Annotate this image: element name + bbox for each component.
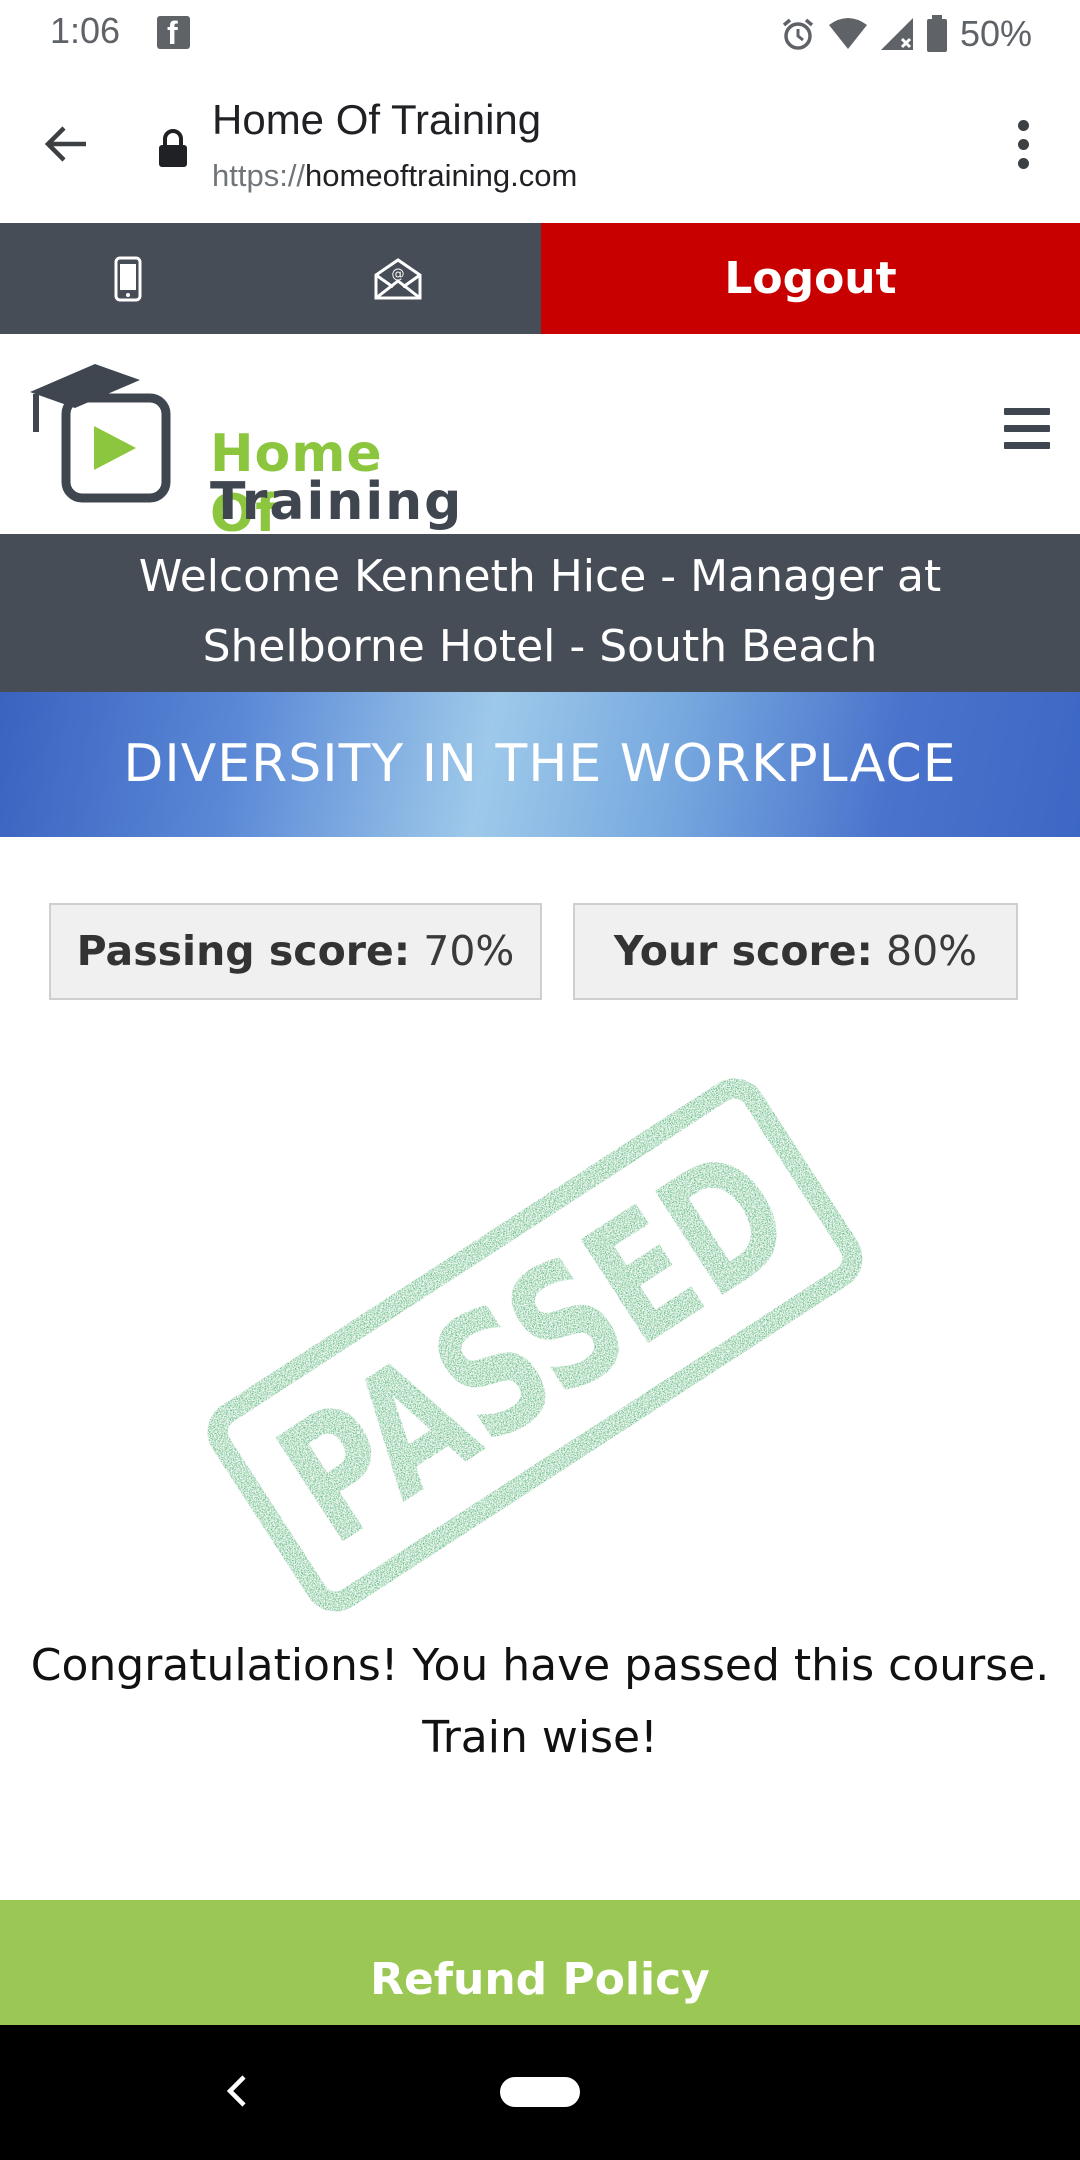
site-logo[interactable]: Home Of Training: [30, 360, 461, 544]
url-bar[interactable]: https://homeoftraining.com: [212, 158, 577, 194]
your-score-value: 80%: [885, 927, 978, 975]
passing-score-label: Passing score:: [76, 927, 411, 975]
battery-icon: [926, 15, 947, 52]
status-bar: 1:06 f 50%: [0, 0, 1080, 68]
passing-score-value: 70%: [423, 927, 515, 975]
passing-score-box: Passing score: 70%: [49, 903, 542, 1000]
back-arrow-icon[interactable]: [40, 118, 92, 170]
course-results-title: DIVERSITY IN THE WORKPLACE RESULTS: [0, 692, 1080, 939]
signal-icon: [880, 18, 913, 50]
welcome-banner: Welcome Kenneth Hice - Manager at Shelbo…: [0, 534, 1080, 692]
svg-text:@: @: [392, 267, 405, 282]
hamburger-menu-icon[interactable]: [1004, 408, 1050, 450]
your-score-box: Your score: 80%: [573, 903, 1018, 1000]
your-score-label: Your score:: [613, 927, 873, 975]
battery-percent: 50%: [959, 13, 1032, 54]
more-options-icon[interactable]: [1018, 120, 1030, 172]
phone-icon[interactable]: [114, 256, 142, 302]
system-nav-bar: [0, 2025, 1080, 2160]
facebook-icon: f: [157, 15, 190, 51]
site-header: Home Of Training: [0, 334, 1080, 544]
url-scheme: https://: [212, 158, 306, 193]
browser-bar: Home Of Training https://homeoftraining.…: [0, 68, 1080, 223]
top-action-bar: @ Logout: [0, 223, 1080, 334]
logo-mark-icon: [30, 364, 171, 503]
alarm-icon: [782, 18, 814, 50]
status-icons: 50%: [780, 10, 1032, 58]
contact-section: @: [0, 223, 541, 334]
page-title[interactable]: Home Of Training: [212, 96, 541, 144]
logout-button[interactable]: Logout: [541, 223, 1080, 334]
url-host: homeoftraining.com: [305, 158, 578, 193]
refund-policy-link[interactable]: Refund Policy: [0, 1900, 1080, 2025]
status-time: 1:06: [50, 10, 121, 51]
mail-icon[interactable]: @: [373, 257, 423, 301]
nav-back-icon[interactable]: [222, 2071, 252, 2111]
congrats-message: Congratulations! You have passed this co…: [30, 1640, 1050, 1763]
lock-icon[interactable]: [157, 128, 189, 168]
logo-text-line2: Training: [210, 472, 464, 532]
nav-home-button[interactable]: [500, 2077, 580, 2107]
passed-stamp: PASSED: [207, 1078, 863, 1612]
wifi-icon: [828, 18, 867, 49]
